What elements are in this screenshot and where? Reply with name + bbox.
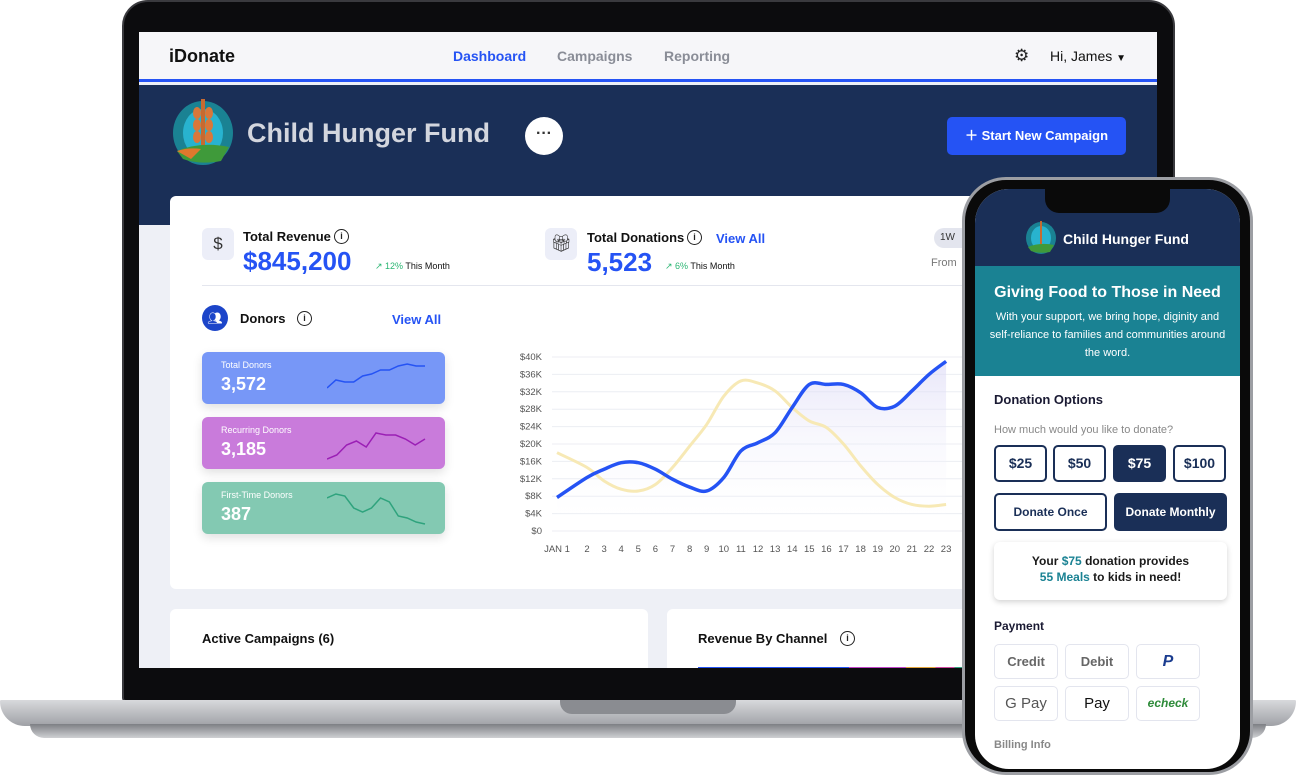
debit-button[interactable]: Debit	[1065, 644, 1129, 679]
x-tick-label: 8	[687, 544, 692, 555]
tab-dashboard[interactable]: Dashboard	[453, 48, 526, 64]
wheat-logo-icon	[173, 99, 233, 165]
start-new-campaign-button[interactable]: ＋ Start New Campaign	[947, 117, 1126, 155]
x-tick-label: 23	[941, 544, 952, 555]
x-tick-label: 9	[704, 544, 709, 555]
credit-button[interactable]: Credit	[994, 644, 1058, 679]
gear-icon[interactable]: ⚙	[1014, 46, 1029, 66]
x-tick-label: 13	[770, 544, 781, 555]
x-tick-label: 3	[601, 544, 606, 555]
x-tick-label: 6	[653, 544, 658, 555]
x-tick-label: 22	[924, 544, 935, 555]
y-tick-label: $24K	[520, 422, 543, 433]
google-pay-label: G Pay	[1005, 695, 1047, 712]
donate-once-button[interactable]: Donate Once	[994, 493, 1107, 531]
paypal-button[interactable]: P	[1136, 644, 1200, 679]
active-campaigns-panel: Active Campaigns (6)	[170, 609, 648, 668]
donation-question: How much would you like to donate?	[994, 424, 1174, 436]
amount-50-button[interactable]: $50	[1053, 445, 1106, 482]
phone-frame: Child Hunger Fund Giving Food to Those i…	[962, 177, 1253, 775]
start-new-campaign-label: Start New Campaign	[981, 128, 1109, 143]
active-tab-indicator	[453, 79, 525, 82]
phone-headline: Giving Food to Those in Need	[994, 284, 1221, 301]
y-tick-label: $36K	[520, 369, 543, 380]
user-greeting: Hi, James	[1050, 48, 1113, 64]
x-tick-label: 11	[736, 544, 746, 555]
x-tick-label: 17	[838, 544, 849, 555]
amount-75-button[interactable]: $75	[1113, 445, 1166, 482]
phone-description: With your support, we bring hope, digini…	[989, 311, 1226, 359]
revenue-by-channel-title: Revenue By Channel	[698, 631, 828, 646]
y-tick-label: $4K	[525, 509, 543, 520]
channel-bar	[698, 667, 968, 668]
donate-monthly-button[interactable]: Donate Monthly	[1114, 493, 1227, 531]
phone-screen: Child Hunger Fund Giving Food to Those i…	[975, 189, 1240, 769]
tab-reporting[interactable]: Reporting	[664, 48, 730, 64]
x-tick-label: 19	[872, 544, 883, 555]
x-tick-label: 12	[753, 544, 764, 555]
x-tick-label: 16	[821, 544, 832, 555]
y-tick-label: $32K	[520, 387, 543, 398]
phone-notch	[1045, 189, 1170, 213]
echeck-button[interactable]: echeck	[1136, 686, 1200, 721]
y-tick-label: $8K	[525, 491, 543, 502]
apple-pay-label: Pay	[1084, 695, 1110, 712]
tab-campaigns[interactable]: Campaigns	[557, 48, 632, 64]
top-nav: iDonate Dashboard Campaigns Reporting ⚙ …	[139, 32, 1157, 82]
y-tick-label: $20K	[520, 439, 543, 450]
x-tick-label: 5	[636, 544, 641, 555]
info-icon[interactable]: i	[840, 631, 855, 646]
impact-text: Your	[1031, 554, 1062, 568]
phone-hero: Giving Food to Those in Need With your s…	[975, 266, 1240, 376]
plus-icon: ＋	[964, 128, 978, 143]
revenue-line-chart: $40K $36K $32K $28K $24K $20K $16K $12K $8K $4K $0…	[520, 352, 980, 555]
billing-info-label: Billing Info	[994, 739, 1051, 751]
x-tick-label: 10	[719, 544, 730, 555]
more-options-button[interactable]: ···	[525, 117, 563, 155]
donation-options-title: Donation Options	[994, 392, 1104, 407]
impact-text: donation provides	[1081, 554, 1190, 568]
x-tick-label: 15	[804, 544, 815, 555]
y-tick-label: $40K	[520, 352, 543, 363]
caret-down-icon: ▼	[1116, 53, 1127, 64]
paypal-icon: P	[1162, 653, 1174, 670]
apple-pay-button[interactable]: Pay	[1065, 686, 1129, 721]
google-pay-button[interactable]: G Pay	[994, 686, 1058, 721]
stats-card: $ Total Revenue i $845,200 ↗ 12% This Mo…	[170, 196, 1070, 589]
y-tick-label: $28K	[520, 404, 543, 415]
active-campaigns-title: Active Campaigns (6)	[202, 631, 335, 646]
x-tick-label: 7	[670, 544, 675, 555]
amount-25-button[interactable]: $25	[994, 445, 1047, 482]
phone-org-title: Child Hunger Fund	[1063, 231, 1189, 247]
x-tick-label: 18	[855, 544, 866, 555]
y-tick-label: $16K	[520, 456, 543, 467]
x-tick-label: 20	[890, 544, 901, 555]
user-menu[interactable]: Hi, James ▼	[1050, 48, 1126, 64]
y-tick-label: $0	[531, 526, 542, 537]
wheat-logo-icon	[1026, 221, 1056, 254]
impact-text: to kids in need!	[1089, 570, 1182, 584]
org-title: Child Hunger Fund	[247, 118, 490, 148]
x-tick-label: 4	[619, 544, 624, 555]
y-tick-label: $12K	[520, 474, 543, 485]
payment-title: Payment	[994, 619, 1045, 633]
amount-100-button[interactable]: $100	[1173, 445, 1226, 482]
x-tick-label: 21	[907, 544, 918, 555]
laptop-opening-notch	[560, 700, 736, 714]
brand-logo[interactable]: iDonate	[169, 46, 235, 67]
x-tick-label: 2	[584, 544, 589, 555]
x-tick-label: 14	[787, 544, 798, 555]
impact-amount: $75	[1061, 554, 1082, 568]
x-tick-label: JAN 1	[544, 544, 570, 555]
impact-message: Your $75 donation provides 55 Meals to k…	[994, 542, 1227, 600]
impact-meals: 55 Meals	[1039, 570, 1090, 584]
echeck-label: echeck	[1147, 696, 1189, 710]
